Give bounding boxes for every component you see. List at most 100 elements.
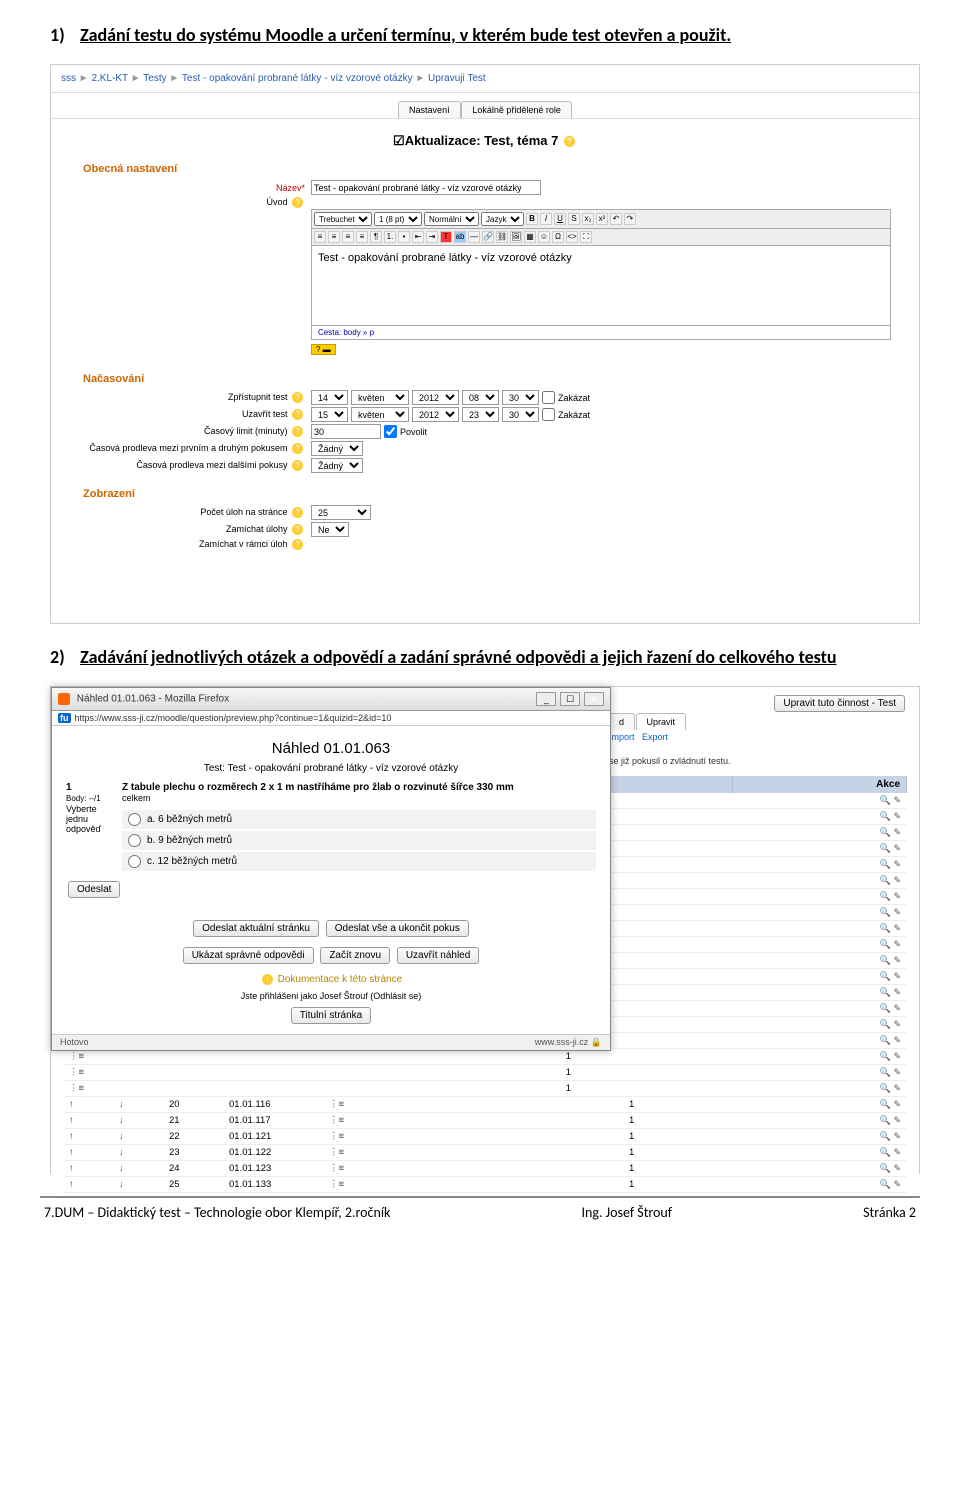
doc-link[interactable]: Dokumentace k této stránce: [278, 974, 403, 985]
html-icon[interactable]: <>: [566, 231, 578, 243]
close-icon[interactable]: ✕: [584, 692, 604, 706]
open-min[interactable]: 30: [502, 390, 539, 405]
align-just-icon[interactable]: ≡: [356, 231, 368, 243]
sup-icon[interactable]: x²: [596, 213, 608, 225]
edit-activity-button[interactable]: Upravit tuto činnost - Test: [774, 695, 905, 712]
help-icon[interactable]: ?: [292, 539, 303, 550]
question-list-screenshot: Upravit tuto činnost - Test d Upravit Im…: [50, 686, 920, 1174]
list-ul-icon[interactable]: •: [398, 231, 410, 243]
crumb[interactable]: Testy: [143, 73, 166, 84]
minimize-icon[interactable]: _: [536, 692, 556, 706]
lang-select[interactable]: Jazyk: [481, 212, 524, 226]
restart-button[interactable]: Začít znovu: [320, 947, 390, 964]
radio-c[interactable]: [128, 855, 141, 868]
style-select[interactable]: Normální: [424, 212, 479, 226]
option-a[interactable]: a. 6 běžných metrů: [122, 810, 596, 829]
title-icon: ☑: [393, 133, 405, 148]
help-icon[interactable]: ?: [292, 460, 303, 471]
fullscreen-icon[interactable]: ⛶: [580, 231, 592, 243]
italic-icon[interactable]: I: [540, 213, 552, 225]
home-button[interactable]: Titulní stránka: [291, 1007, 371, 1024]
shufflein-label: Zamíchat v rámci úloh ?: [51, 539, 311, 550]
link-icon[interactable]: 🔗: [482, 231, 494, 243]
open-day[interactable]: 14: [311, 390, 348, 405]
import-link[interactable]: Import: [609, 732, 635, 742]
close-year[interactable]: 2012: [412, 407, 459, 422]
dir-icon[interactable]: ¶: [370, 231, 382, 243]
tab-roles[interactable]: Lokálně přidělené role: [461, 101, 572, 118]
font-select[interactable]: Trebuchet: [314, 212, 372, 226]
heading-text: Zadávání jednotlivých otázek a odpovědí …: [80, 646, 836, 668]
help-badge[interactable]: ? ▬: [311, 344, 336, 355]
radio-b[interactable]: [128, 834, 141, 847]
close-month[interactable]: květen: [351, 407, 409, 422]
strike-icon[interactable]: S: [568, 213, 580, 225]
hr-icon[interactable]: —: [468, 231, 480, 243]
crumb[interactable]: Test - opakování probrané látky - víz vz…: [182, 73, 413, 84]
undo-icon[interactable]: ↶: [610, 213, 622, 225]
image-icon[interactable]: 🖼: [510, 231, 522, 243]
export-link[interactable]: Export: [642, 732, 668, 742]
submit-button[interactable]: Odeslat: [68, 881, 120, 898]
tab-settings[interactable]: Nastavení: [398, 101, 461, 118]
close-hour[interactable]: 23: [462, 407, 499, 422]
window-buttons: _ ☐ ✕: [535, 692, 604, 706]
underline-icon[interactable]: U: [554, 213, 566, 225]
bold-icon[interactable]: B: [526, 213, 538, 225]
open-year[interactable]: 2012: [412, 390, 459, 405]
indent-icon[interactable]: ⇥: [426, 231, 438, 243]
editor-textarea[interactable]: Test - opakování probrané látky - víz vz…: [311, 246, 891, 326]
status-bar: Hotovo www.sss-ji.cz 🔒: [52, 1034, 610, 1050]
sub-icon[interactable]: x₂: [582, 213, 594, 225]
tab-edit[interactable]: Upravit: [636, 713, 687, 730]
help-icon[interactable]: ?: [292, 524, 303, 535]
list-ol-icon[interactable]: 1.: [384, 231, 396, 243]
color-icon[interactable]: T: [440, 231, 452, 243]
size-select[interactable]: 1 (8 pt): [374, 212, 422, 226]
open-month[interactable]: květen: [351, 390, 409, 405]
help-icon[interactable]: ?: [292, 426, 303, 437]
section-heading-1: 1) Zadání testu do systému Moodle a urče…: [50, 24, 920, 46]
redo-icon[interactable]: ↷: [624, 213, 636, 225]
unlink-icon[interactable]: ⛓: [496, 231, 508, 243]
submit-page-button[interactable]: Odeslat aktuální stránku: [193, 920, 319, 937]
help-icon[interactable]: ?: [292, 443, 303, 454]
tab-d[interactable]: d: [608, 713, 635, 730]
url-text[interactable]: https://www.sss-ji.cz/moodle/question/pr…: [75, 713, 392, 723]
name-input[interactable]: [311, 180, 541, 195]
show-answers-button[interactable]: Ukázat správné odpovědi: [183, 947, 314, 964]
shuffle-select[interactable]: Ne: [311, 522, 349, 537]
close-min[interactable]: 30: [502, 407, 539, 422]
align-left-icon[interactable]: ≡: [314, 231, 326, 243]
delay2-select[interactable]: Žádný: [311, 458, 363, 473]
align-right-icon[interactable]: ≡: [342, 231, 354, 243]
smile-icon[interactable]: ☺: [538, 231, 550, 243]
crumb[interactable]: sss: [61, 73, 76, 84]
close-preview-button[interactable]: Uzavřít náhled: [397, 947, 479, 964]
outdent-icon[interactable]: ⇤: [412, 231, 424, 243]
help-icon[interactable]: ?: [564, 136, 575, 147]
open-hour[interactable]: 08: [462, 390, 499, 405]
maximize-icon[interactable]: ☐: [560, 692, 580, 706]
limit-enable-cb[interactable]: [384, 425, 397, 438]
q-points: Body: --/1: [66, 794, 101, 803]
close-day[interactable]: 15: [311, 407, 348, 422]
help-icon[interactable]: ?: [292, 409, 303, 420]
close-disable-cb[interactable]: [542, 408, 555, 421]
limit-input[interactable]: [311, 424, 381, 439]
perpage-select[interactable]: 25: [311, 505, 371, 520]
help-icon[interactable]: ?: [292, 507, 303, 518]
option-c[interactable]: c. 12 běžných metrů: [122, 852, 596, 871]
option-b[interactable]: b. 9 běžných metrů: [122, 831, 596, 850]
help-icon[interactable]: ?: [292, 197, 303, 208]
delay1-select[interactable]: Žádný: [311, 441, 363, 456]
submit-all-button[interactable]: Odeslat vše a ukončit pokus: [326, 920, 469, 937]
radio-a[interactable]: [128, 813, 141, 826]
help-icon[interactable]: ?: [292, 392, 303, 403]
crumb[interactable]: 2.KL-KT: [91, 73, 128, 84]
table-icon[interactable]: ▦: [524, 231, 536, 243]
bgcolor-icon[interactable]: ab: [454, 231, 466, 243]
open-disable-cb[interactable]: [542, 391, 555, 404]
char-icon[interactable]: Ω: [552, 231, 564, 243]
align-center-icon[interactable]: ≡: [328, 231, 340, 243]
